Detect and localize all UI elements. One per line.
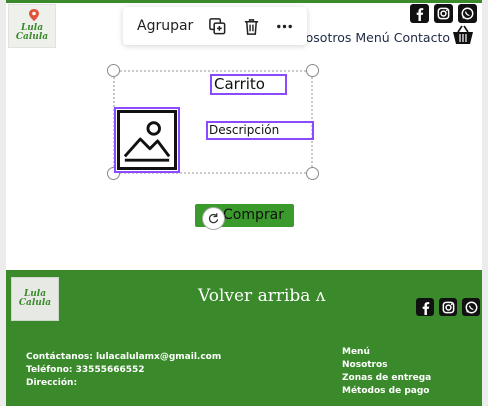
more-icon[interactable] — [274, 15, 295, 37]
footer-logo[interactable]: Lula Calula — [11, 277, 59, 321]
contact-email: Contáctanos: lulacalulamx@gmail.com — [26, 352, 222, 362]
footer-logo-text: Lula Calula — [18, 289, 52, 308]
nav-item-contacto[interactable]: Contacto — [394, 30, 450, 45]
trash-icon[interactable] — [241, 15, 262, 37]
whatsapp-icon[interactable] — [458, 4, 477, 23]
back-to-top-link[interactable]: Volver arriba ʌ — [198, 286, 325, 306]
group-button[interactable]: Agrupar — [137, 18, 193, 34]
header-logo[interactable]: Lula Calula — [8, 4, 56, 48]
instagram-icon[interactable] — [434, 4, 453, 23]
footer-social-icons — [416, 298, 480, 316]
header-social-icons — [410, 4, 477, 23]
footer-link-nosotros[interactable]: Nosotros — [342, 359, 431, 372]
editor-canvas: Lula Calula Nosotros Menú Contacto Carri… — [0, 0, 488, 406]
contact-phone: Teléfono: 33555666552 — [26, 365, 145, 375]
resize-handle-top-left[interactable] — [107, 64, 120, 77]
footer: Lula Calula Volver arriba ʌ Contáctanos:… — [6, 270, 482, 406]
top-accent-line — [6, 0, 482, 3]
footer-contact: Contáctanos: lulacalulamx@gmail.com Telé… — [26, 351, 221, 390]
location-pin-icon — [29, 9, 39, 21]
duplicate-icon[interactable] — [207, 15, 228, 37]
shopping-basket-icon[interactable] — [452, 25, 474, 45]
facebook-icon[interactable] — [416, 298, 434, 316]
footer-links: Menú Nosotros Zonas de entrega Métodos d… — [342, 346, 431, 398]
contact-address: Dirección: — [26, 378, 78, 388]
logo-text: Lula Calula — [15, 23, 49, 42]
footer-link-zonas[interactable]: Zonas de entrega — [342, 372, 431, 385]
resize-handle-bottom-right[interactable] — [306, 167, 319, 180]
resize-handle-top-right[interactable] — [306, 64, 319, 77]
facebook-icon[interactable] — [410, 4, 429, 23]
instagram-icon[interactable] — [439, 298, 457, 316]
product-image[interactable] — [114, 107, 180, 173]
image-placeholder-icon — [117, 110, 177, 170]
card-title[interactable]: Carrito — [210, 74, 287, 95]
footer-link-pagos[interactable]: Métodos de pago — [342, 385, 431, 398]
card-description[interactable]: Descripción — [206, 121, 314, 140]
nav-item-menu[interactable]: Menú — [355, 30, 389, 45]
floating-toolbar: Agrupar — [123, 7, 307, 45]
rotate-handle-icon[interactable] — [202, 207, 225, 230]
footer-link-menu[interactable]: Menú — [342, 346, 431, 359]
main-nav: Nosotros Menú Contacto — [296, 30, 450, 45]
whatsapp-icon[interactable] — [462, 298, 480, 316]
